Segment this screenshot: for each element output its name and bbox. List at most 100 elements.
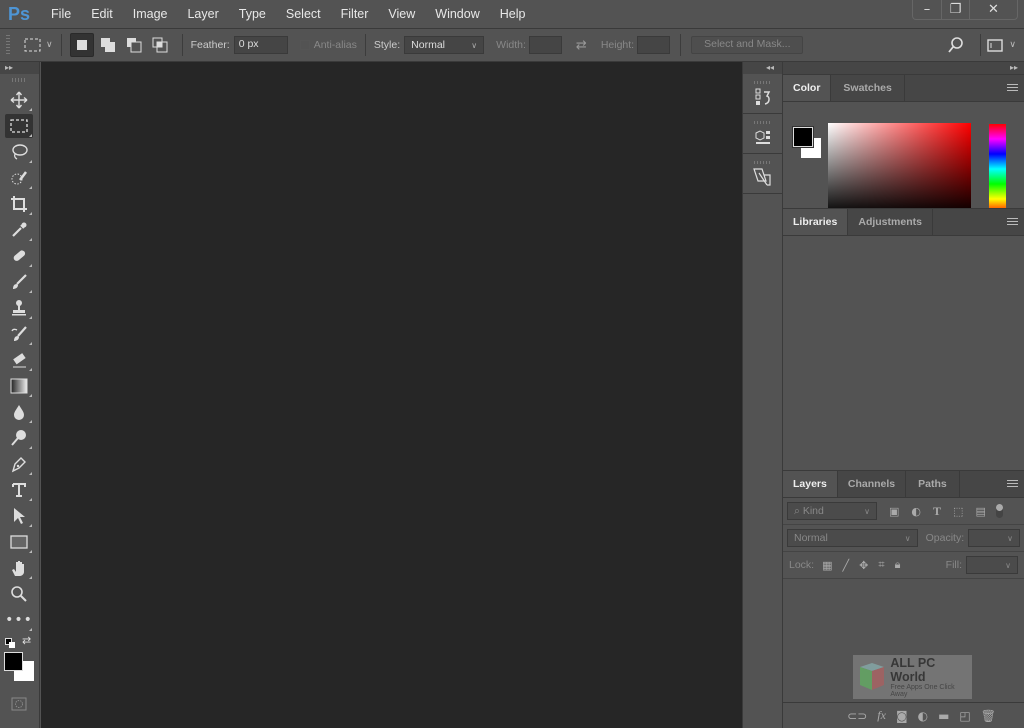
workspace-icon[interactable]	[987, 38, 1004, 52]
lasso-tool[interactable]	[5, 140, 33, 164]
menu-window[interactable]: Window	[426, 7, 490, 21]
link-layers-icon[interactable]: ⊂⊃	[847, 709, 867, 723]
close-button[interactable]: ✕	[969, 0, 1017, 19]
lock-position-icon[interactable]: ✥	[859, 559, 868, 572]
move-tool[interactable]	[5, 88, 33, 112]
hue-slider[interactable]	[988, 123, 1007, 215]
expand-panels-icon[interactable]: ▸▸	[783, 62, 1024, 74]
new-selection-button[interactable]	[69, 33, 94, 57]
add-selection-button[interactable]	[96, 33, 120, 57]
menu-filter[interactable]: Filter	[332, 7, 380, 21]
menu-layer[interactable]: Layer	[178, 7, 229, 21]
fill-input[interactable]: ∨	[966, 556, 1018, 574]
brush-tool[interactable]	[5, 270, 33, 294]
expand-toolbar-icon[interactable]: ▸▸	[0, 62, 39, 74]
tool-preset-picker[interactable]: ∨	[24, 38, 53, 52]
height-input[interactable]	[637, 36, 671, 54]
quick-mask-button[interactable]	[5, 692, 33, 716]
search-icon[interactable]	[948, 37, 964, 53]
intersect-selection-button[interactable]	[148, 33, 172, 57]
tab-swatches[interactable]: Swatches	[831, 75, 905, 101]
history-panel-button[interactable]	[743, 74, 782, 114]
zoom-tool[interactable]	[5, 582, 33, 606]
select-and-mask-button[interactable]: Select and Mask...	[691, 36, 804, 54]
lock-artboard-icon[interactable]: ⌗	[878, 558, 884, 572]
canvas-area[interactable]	[41, 62, 742, 728]
path-selection-tool[interactable]	[5, 504, 33, 528]
menu-image[interactable]: Image	[124, 7, 179, 21]
antialias-checkbox[interactable]	[299, 40, 310, 50]
filter-kind-select[interactable]: ⌕ Kind ∨	[787, 502, 877, 520]
filter-smart-object-icon[interactable]: ▤	[975, 505, 985, 518]
blend-mode-select[interactable]: Normal ∨	[787, 529, 918, 547]
more-tools-button[interactable]: •••	[5, 608, 33, 632]
eraser-tool[interactable]	[5, 348, 33, 372]
style-select[interactable]: Normal ∨	[404, 36, 485, 54]
menu-view[interactable]: View	[379, 7, 426, 21]
filter-adjustment-icon[interactable]: ◐	[911, 505, 921, 518]
tab-color[interactable]: Color	[783, 75, 832, 101]
tab-adjustments[interactable]: Adjustments	[848, 209, 933, 235]
fx-icon[interactable]: fx	[877, 708, 886, 723]
opacity-input[interactable]: ∨	[968, 529, 1020, 547]
panel-menu-icon[interactable]	[1007, 480, 1018, 489]
panel-menu-icon[interactable]	[1007, 218, 1018, 227]
tab-paths[interactable]: Paths	[906, 471, 960, 497]
minimize-button[interactable]: –	[913, 0, 941, 19]
restore-button[interactable]: ❐	[941, 0, 969, 19]
lock-image-icon[interactable]: ╱	[843, 559, 850, 572]
tab-libraries[interactable]: Libraries	[783, 209, 849, 235]
history-brush-tool[interactable]	[5, 322, 33, 346]
type-tool[interactable]	[5, 478, 33, 502]
rect-marquee-tool[interactable]	[5, 114, 33, 138]
tab-channels[interactable]: Channels	[838, 471, 907, 497]
hand-tool[interactable]	[5, 556, 33, 580]
menu-type[interactable]: Type	[230, 7, 277, 21]
filter-toggle[interactable]	[995, 504, 1003, 518]
crop-tool[interactable]	[5, 192, 33, 216]
width-input[interactable]	[528, 36, 562, 54]
menu-help[interactable]: Help	[491, 7, 537, 21]
swap-dimensions-icon[interactable]: ⇄	[576, 38, 587, 53]
color-fg-swatch[interactable]	[793, 127, 813, 147]
pen-tool[interactable]	[5, 452, 33, 476]
subtract-selection-button[interactable]	[122, 33, 146, 57]
dodge-tool[interactable]	[5, 426, 33, 450]
quick-selection-tool[interactable]	[5, 166, 33, 190]
chevron-down-icon[interactable]: ∨	[1009, 40, 1016, 50]
filter-type-icon[interactable]: T	[933, 504, 941, 519]
lock-all-icon[interactable]: 🔒︎	[895, 558, 901, 572]
blur-tool[interactable]	[5, 400, 33, 424]
new-group-icon[interactable]: ▬	[938, 709, 949, 723]
healing-brush-tool[interactable]	[5, 244, 33, 268]
toolbar-grip[interactable]	[12, 78, 27, 82]
layer-filter-row: ⌕ Kind ∨ ▣ ◐ T ⬚ ▤	[783, 498, 1024, 525]
rectangle-tool[interactable]	[5, 530, 33, 554]
gradient-tool[interactable]	[5, 374, 33, 398]
panel-menu-icon[interactable]	[1007, 84, 1018, 93]
color-field[interactable]	[828, 123, 971, 215]
filter-pixel-icon[interactable]: ▣	[889, 505, 899, 518]
stamp-icon	[12, 300, 26, 316]
transform-panel-button[interactable]	[743, 154, 782, 194]
menu-select[interactable]: Select	[277, 7, 332, 21]
antialias-label: Anti-alias	[313, 39, 357, 51]
clone-stamp-tool[interactable]	[5, 296, 33, 320]
new-layer-icon[interactable]: ◰	[959, 709, 970, 723]
delete-layer-icon[interactable]: 🗑︎	[981, 709, 996, 723]
feather-input[interactable]: 0 px	[233, 36, 288, 54]
new-adjustment-icon[interactable]: ◐	[918, 709, 928, 723]
menu-edit[interactable]: Edit	[82, 7, 124, 21]
collapse-dock-icon[interactable]: ◂◂	[743, 62, 782, 74]
swap-colors-icon[interactable]: ⇄	[22, 634, 31, 647]
lock-transparent-icon[interactable]: ▦	[822, 559, 832, 572]
foreground-color-swatch[interactable]	[4, 652, 23, 671]
filter-shape-icon[interactable]: ⬚	[953, 505, 963, 518]
chevron-down-icon: ∨	[46, 40, 53, 50]
add-mask-icon[interactable]: ◙	[896, 709, 908, 723]
eyedropper-tool[interactable]	[5, 218, 33, 242]
menu-file[interactable]: File	[42, 7, 82, 21]
tab-layers[interactable]: Layers	[783, 471, 838, 497]
options-grip[interactable]	[6, 35, 10, 55]
properties-panel-button[interactable]	[743, 114, 782, 154]
